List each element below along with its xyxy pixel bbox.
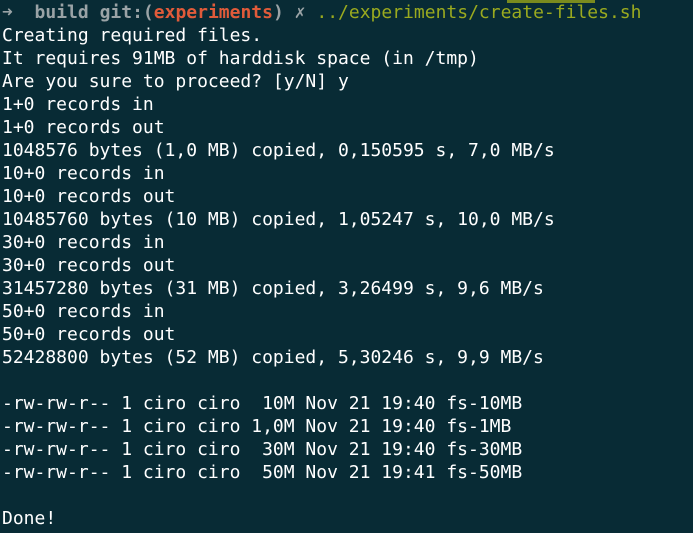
prompt-line: ➜ build git:(experiments) ✗ ../experimen… — [2, 1, 693, 24]
prompt-directory: build — [34, 2, 89, 23]
prompt-paren-close: ) — [272, 2, 284, 23]
terminal-output[interactable]: ➜ build git:(experiments) ✗ ../experimen… — [2, 1, 693, 533]
output-line: 50+0 records out — [2, 324, 176, 345]
output-line: Creating required files. — [2, 25, 263, 46]
output-block: Creating required files. It requires 91MB… — [2, 24, 693, 530]
prompt-paren-open: ( — [142, 2, 154, 23]
output-line: 10+0 records in — [2, 163, 165, 184]
output-line: 1048576 bytes (1,0 MB) copied, 0,150595 … — [2, 140, 555, 161]
output-line: -rw-rw-r-- 1 ciro ciro 10M Nov 21 19:40 … — [2, 393, 523, 414]
output-line: -rw-rw-r-- 1 ciro ciro 30M Nov 21 19:40 … — [2, 439, 523, 460]
output-line: Done! — [2, 508, 57, 529]
output-line: 50+0 records in — [2, 301, 165, 322]
output-line: 30+0 records in — [2, 232, 165, 253]
prompt-arrow-icon: ➜ — [2, 2, 13, 23]
output-line: 1+0 records in — [2, 94, 154, 115]
output-line: -rw-rw-r-- 1 ciro ciro 1,0M Nov 21 19:40… — [2, 416, 512, 437]
output-line: -rw-rw-r-- 1 ciro ciro 50M Nov 21 19:41 … — [2, 462, 523, 483]
output-line: 1+0 records out — [2, 117, 165, 138]
output-line: Are you sure to proceed? [y/N] y — [2, 71, 349, 92]
prompt-branch: experiments — [153, 2, 273, 23]
output-line: 31457280 bytes (31 MB) copied, 3,26499 s… — [2, 278, 544, 299]
output-line: 10485760 bytes (10 MB) copied, 1,05247 s… — [2, 209, 555, 230]
output-line: It requires 91MB of harddisk space (in /… — [2, 48, 479, 69]
output-line: 30+0 records out — [2, 255, 176, 276]
prompt-git-label: git: — [99, 2, 143, 23]
output-line: 52428800 bytes (52 MB) copied, 5,30246 s… — [2, 347, 544, 368]
prompt-command: ../experiments/create-files.sh — [316, 2, 642, 23]
dirty-mark-icon: ✗ — [294, 2, 306, 23]
output-line: 10+0 records out — [2, 186, 176, 207]
